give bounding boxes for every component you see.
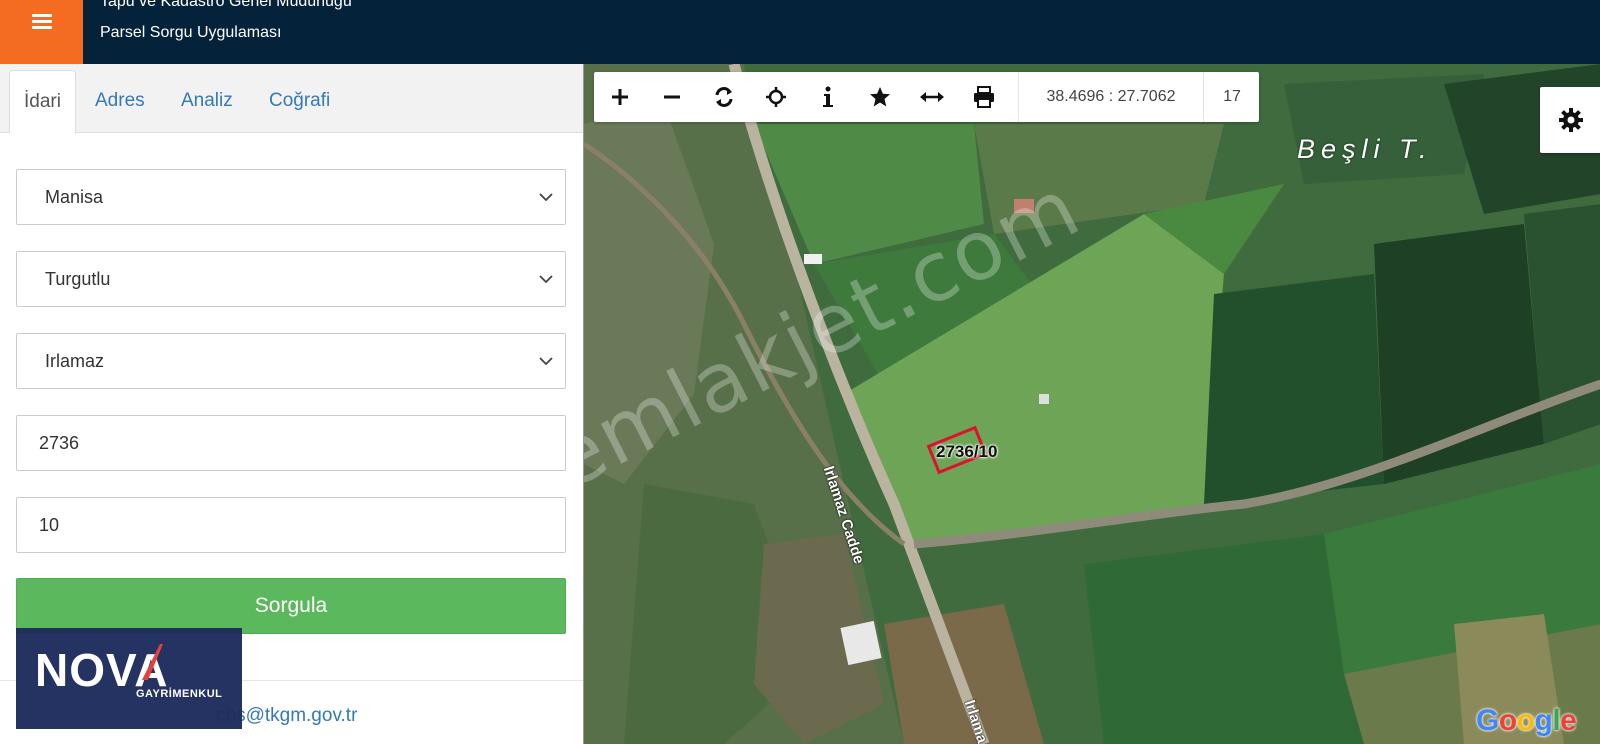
gear-icon xyxy=(1559,108,1583,132)
tab-idari[interactable]: İdari xyxy=(9,70,76,134)
nova-accent-mark xyxy=(142,644,163,680)
neighborhood-select[interactable]: Irlamaz xyxy=(16,333,566,389)
chevron-down-icon xyxy=(539,357,553,366)
locate-icon xyxy=(766,87,786,107)
tab-cografi[interactable]: Coğrafi xyxy=(269,90,330,112)
nova-logo: NOVA GAYRİMENKUL xyxy=(16,628,242,729)
block-input[interactable]: 2736 xyxy=(16,415,566,471)
neighborhood-value: Irlamaz xyxy=(45,350,105,371)
zoom-in-icon xyxy=(612,89,628,105)
map-view[interactable]: emlakjet.com Beşli T. Irlamaz Cadde Irla… xyxy=(583,64,1600,744)
block-value: 2736 xyxy=(39,432,80,453)
district-value: Turgutlu xyxy=(45,268,111,289)
place-label: Beşli T. xyxy=(1297,134,1433,164)
parcel-input[interactable]: 10 xyxy=(16,497,566,553)
print-icon xyxy=(974,86,994,108)
info-button[interactable] xyxy=(802,72,854,122)
google-logo-text: Google xyxy=(1476,704,1577,737)
info-icon xyxy=(823,86,833,107)
zoom-in-button[interactable] xyxy=(594,72,646,122)
tab-analiz[interactable]: Analiz xyxy=(181,90,233,112)
parcel-value: 10 xyxy=(39,514,60,535)
favorite-button[interactable] xyxy=(854,72,906,122)
query-button[interactable]: Sorgula xyxy=(16,578,566,634)
tab-adres[interactable]: Adres xyxy=(95,90,145,112)
zoom-level-readout: 17 xyxy=(1223,88,1241,105)
map-settings-button[interactable] xyxy=(1540,87,1600,153)
app-title-line2: Parsel Sorgu Uygulaması xyxy=(100,24,282,41)
chevron-down-icon xyxy=(539,275,553,284)
province-value: Manisa xyxy=(45,186,104,207)
menu-button[interactable] xyxy=(0,0,83,64)
favorite-star-icon xyxy=(870,87,890,107)
measure-button[interactable] xyxy=(906,72,958,122)
print-button[interactable] xyxy=(958,72,1010,122)
coordinate-readout: 38.4696 : 27.7062 xyxy=(1018,72,1204,122)
parcel-label[interactable]: 2736/10 xyxy=(936,442,997,462)
refresh-button[interactable] xyxy=(698,72,750,122)
zoom-out-button[interactable] xyxy=(646,72,698,122)
refresh-icon xyxy=(715,87,733,107)
locate-button[interactable] xyxy=(750,72,802,122)
province-select[interactable]: Manisa xyxy=(16,169,566,225)
tab-bar: İdari Adres Analiz Coğrafi xyxy=(0,64,583,134)
app-title-line1: Tapu ve Kadastro Genel Müdürlüğü xyxy=(100,0,352,10)
google-attribution-logo: Google xyxy=(1476,704,1577,738)
hamburger-icon xyxy=(31,14,52,30)
app-header: Tapu ve Kadastro Genel Müdürlüğü Parsel … xyxy=(0,0,1600,64)
chevron-down-icon xyxy=(539,193,553,202)
measure-icon xyxy=(920,92,944,102)
zoom-out-icon xyxy=(664,95,680,99)
map-toolbar: 38.4696 : 27.7062 17 xyxy=(594,72,1259,122)
district-select[interactable]: Turgutlu xyxy=(16,251,566,307)
nova-subtitle: GAYRİMENKUL xyxy=(136,688,223,700)
